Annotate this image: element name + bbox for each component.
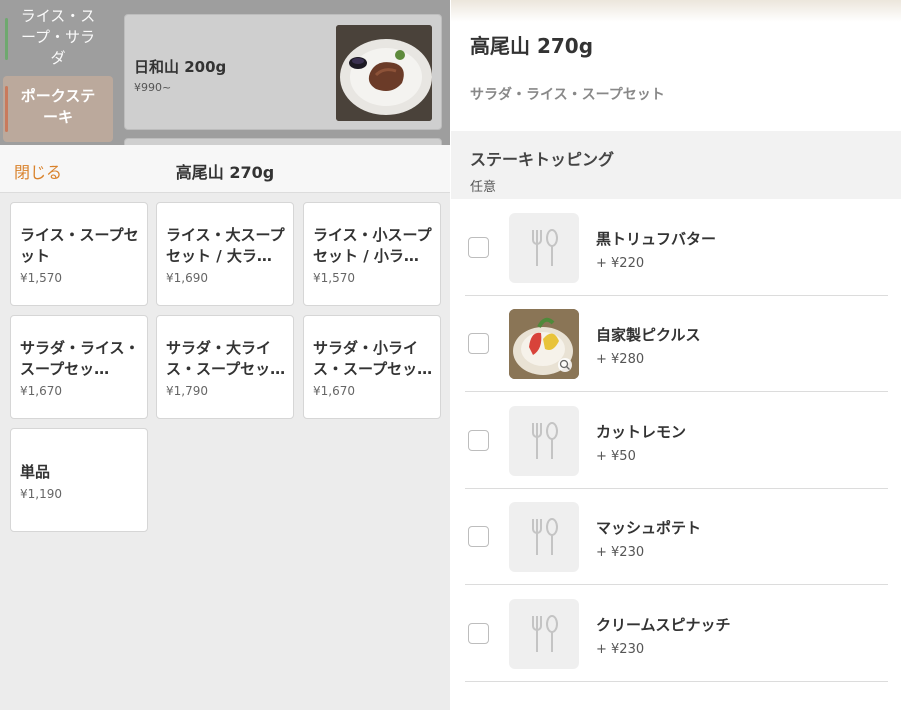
topping-name: マッシュポテト bbox=[596, 519, 702, 537]
option-group-requirement: 任意 bbox=[470, 180, 497, 195]
sheet-title: 高尾山 270g bbox=[175, 163, 275, 182]
topping-price: + ¥220 bbox=[596, 256, 645, 271]
topping-price: + ¥230 bbox=[596, 642, 645, 657]
set-option-price: ¥1,670 bbox=[20, 384, 62, 398]
topping-price: + ¥50 bbox=[596, 449, 636, 464]
set-option-card[interactable]: ライス・小スープセット / 小ラ… ¥1,570 bbox=[303, 202, 441, 306]
set-option-card[interactable]: サラダ・ライス・スープセッ… ¥1,670 bbox=[10, 315, 148, 419]
set-option-price: ¥1,690 bbox=[166, 271, 208, 285]
topping-item[interactable]: カットレモン + ¥50 bbox=[451, 393, 901, 489]
topping-name: 自家製ピクルス bbox=[596, 326, 701, 344]
menu-item-name: 日和山 200g bbox=[134, 58, 227, 76]
pickles-photo[interactable] bbox=[509, 309, 579, 379]
topping-checkbox[interactable] bbox=[468, 623, 489, 644]
category-rice-soup-salad[interactable]: ライス・ス ープ・サラ ダ bbox=[3, 6, 113, 72]
category-label: ライス・ス ープ・サラ ダ bbox=[20, 7, 96, 67]
category-indicator bbox=[5, 18, 8, 60]
utensils-icon bbox=[509, 599, 579, 669]
menu-item-card[interactable]: 日和山 200g ¥990~ bbox=[124, 14, 442, 130]
topping-checkbox[interactable] bbox=[468, 333, 489, 354]
set-option-price: ¥1,570 bbox=[20, 271, 62, 285]
option-group-header: ステーキトッピング 任意 bbox=[451, 131, 901, 199]
menu-item-card[interactable] bbox=[124, 138, 442, 145]
option-sheet-header: 閉じる 高尾山 270g bbox=[0, 145, 450, 193]
set-option-title: ライス・大スープセット / 大ラ… bbox=[166, 226, 285, 265]
utensils-icon bbox=[509, 213, 579, 283]
divider bbox=[465, 391, 888, 392]
right-panel: 高尾山 270g サラダ・ライス・スープセット ステーキトッピング 任意 黒トリ… bbox=[451, 0, 901, 710]
category-pork-steak[interactable]: ポークステ ーキ bbox=[3, 76, 113, 142]
product-title: 高尾山 270g bbox=[470, 34, 594, 58]
steak-photo bbox=[336, 25, 432, 121]
topping-name: クリームスピナッチ bbox=[596, 616, 731, 634]
divider bbox=[465, 584, 888, 585]
set-option-title: 単品 bbox=[20, 463, 51, 481]
utensils-icon bbox=[509, 502, 579, 572]
category-indicator bbox=[5, 86, 8, 132]
set-option-price: ¥1,190 bbox=[20, 487, 62, 501]
set-option-price: ¥1,570 bbox=[313, 271, 355, 285]
topping-item[interactable]: クリームスピナッチ + ¥230 bbox=[451, 586, 901, 682]
topping-checkbox[interactable] bbox=[468, 526, 489, 547]
topping-price: + ¥230 bbox=[596, 545, 645, 560]
set-option-price: ¥1,670 bbox=[313, 384, 355, 398]
selected-set-label: サラダ・ライス・スープセット bbox=[470, 87, 665, 103]
set-option-title: ライス・小スープセット / 小ラ… bbox=[313, 226, 432, 265]
set-option-card[interactable]: ライス・大スープセット / 大ラ… ¥1,690 bbox=[156, 202, 294, 306]
menu-item-price: ¥990~ bbox=[134, 81, 172, 94]
left-panel: ライス・ス ープ・サラ ダ ポークステ ーキ 日和山 200g ¥990~ 閉じ… bbox=[0, 0, 450, 710]
topping-checkbox[interactable] bbox=[468, 430, 489, 451]
topping-price: + ¥280 bbox=[596, 352, 645, 367]
set-option-title: サラダ・小ライス・スープセッ… bbox=[313, 339, 433, 378]
dimmed-menu-background: ライス・ス ープ・サラ ダ ポークステ ーキ 日和山 200g ¥990~ bbox=[0, 0, 450, 145]
set-option-card[interactable]: 単品 ¥1,190 bbox=[10, 428, 148, 532]
set-option-price: ¥1,790 bbox=[166, 384, 208, 398]
set-option-card[interactable]: サラダ・大ライス・スープセッ… ¥1,790 bbox=[156, 315, 294, 419]
set-option-title: サラダ・大ライス・スープセッ… bbox=[166, 339, 286, 378]
category-label: ポークステ ーキ bbox=[20, 87, 96, 126]
topping-item[interactable]: 自家製ピクルス + ¥280 bbox=[451, 296, 901, 392]
set-option-title: サラダ・ライス・スープセッ… bbox=[20, 339, 140, 378]
header-image-edge bbox=[451, 0, 901, 22]
set-option-card[interactable]: ライス・スープセット ¥1,570 bbox=[10, 202, 148, 306]
option-group-title: ステーキトッピング bbox=[470, 150, 615, 169]
topping-item[interactable]: マッシュポテト + ¥230 bbox=[451, 489, 901, 585]
topping-name: カットレモン bbox=[596, 423, 687, 441]
utensils-icon bbox=[509, 406, 579, 476]
set-option-card[interactable]: サラダ・小ライス・スープセッ… ¥1,670 bbox=[303, 315, 441, 419]
topping-item[interactable]: 黒トリュフバター + ¥220 bbox=[451, 200, 901, 296]
divider bbox=[465, 681, 888, 682]
topping-checkbox[interactable] bbox=[468, 237, 489, 258]
topping-name: 黒トリュフバター bbox=[596, 230, 717, 248]
set-option-title: ライス・スープセット bbox=[20, 226, 139, 265]
